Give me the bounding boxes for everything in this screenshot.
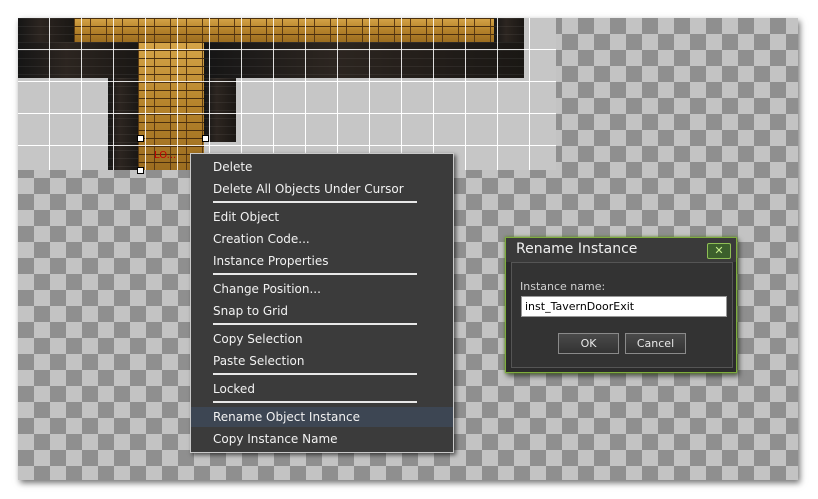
close-icon[interactable]: ✕ — [707, 243, 731, 259]
instance-name-input[interactable] — [521, 296, 727, 317]
instance-name-label: Instance name: — [520, 280, 606, 293]
menu-item-delete[interactable]: Delete — [191, 157, 453, 177]
dark-corner-top-right — [494, 18, 524, 42]
dark-corner-top-left — [18, 18, 74, 42]
menu-item-locked[interactable]: Locked — [191, 379, 453, 399]
cancel-button[interactable]: Cancel — [625, 333, 686, 354]
menu-item-copy-instance-name[interactable]: Copy Instance Name — [191, 429, 453, 449]
door-object-label: LO... — [154, 150, 177, 161]
menu-separator — [213, 373, 417, 375]
dialog-titlebar[interactable]: Rename Instance ✕ — [506, 238, 736, 262]
menu-item-instance-properties[interactable]: Instance Properties — [191, 251, 453, 271]
menu-item-edit-object[interactable]: Edit Object — [191, 207, 453, 227]
wood-wall-top — [74, 18, 494, 42]
dialog-title: Rename Instance — [516, 241, 638, 257]
menu-item-paste-selection[interactable]: Paste Selection — [191, 351, 453, 371]
menu-separator — [213, 401, 417, 403]
menu-item-delete-all-under-cursor[interactable]: Delete All Objects Under Cursor — [191, 179, 453, 199]
dark-wall-right — [204, 42, 524, 78]
menu-separator — [213, 201, 417, 203]
selection-handle-bottom-left[interactable] — [137, 167, 144, 174]
menu-item-copy-selection[interactable]: Copy Selection — [191, 329, 453, 349]
menu-separator — [213, 273, 417, 275]
menu-item-snap-to-grid[interactable]: Snap to Grid — [191, 301, 453, 321]
dialog-body: Instance name: OK Cancel — [511, 262, 733, 368]
menu-separator — [213, 323, 417, 325]
context-menu: Delete Delete All Objects Under Cursor E… — [190, 153, 454, 453]
room-area[interactable]: LO... — [18, 18, 556, 170]
selection-handle-top-left[interactable] — [137, 135, 144, 142]
menu-item-change-position[interactable]: Change Position... — [191, 279, 453, 299]
rename-instance-dialog: Rename Instance ✕ Instance name: OK Canc… — [505, 237, 737, 373]
dark-corridor-left — [108, 78, 138, 170]
dark-wall-left — [18, 42, 138, 78]
menu-item-rename-object-instance[interactable]: Rename Object Instance — [191, 407, 453, 427]
menu-item-creation-code[interactable]: Creation Code... — [191, 229, 453, 249]
ok-button[interactable]: OK — [558, 333, 619, 354]
selection-handle-top-right[interactable] — [202, 135, 209, 142]
dark-corridor-right — [204, 78, 236, 142]
